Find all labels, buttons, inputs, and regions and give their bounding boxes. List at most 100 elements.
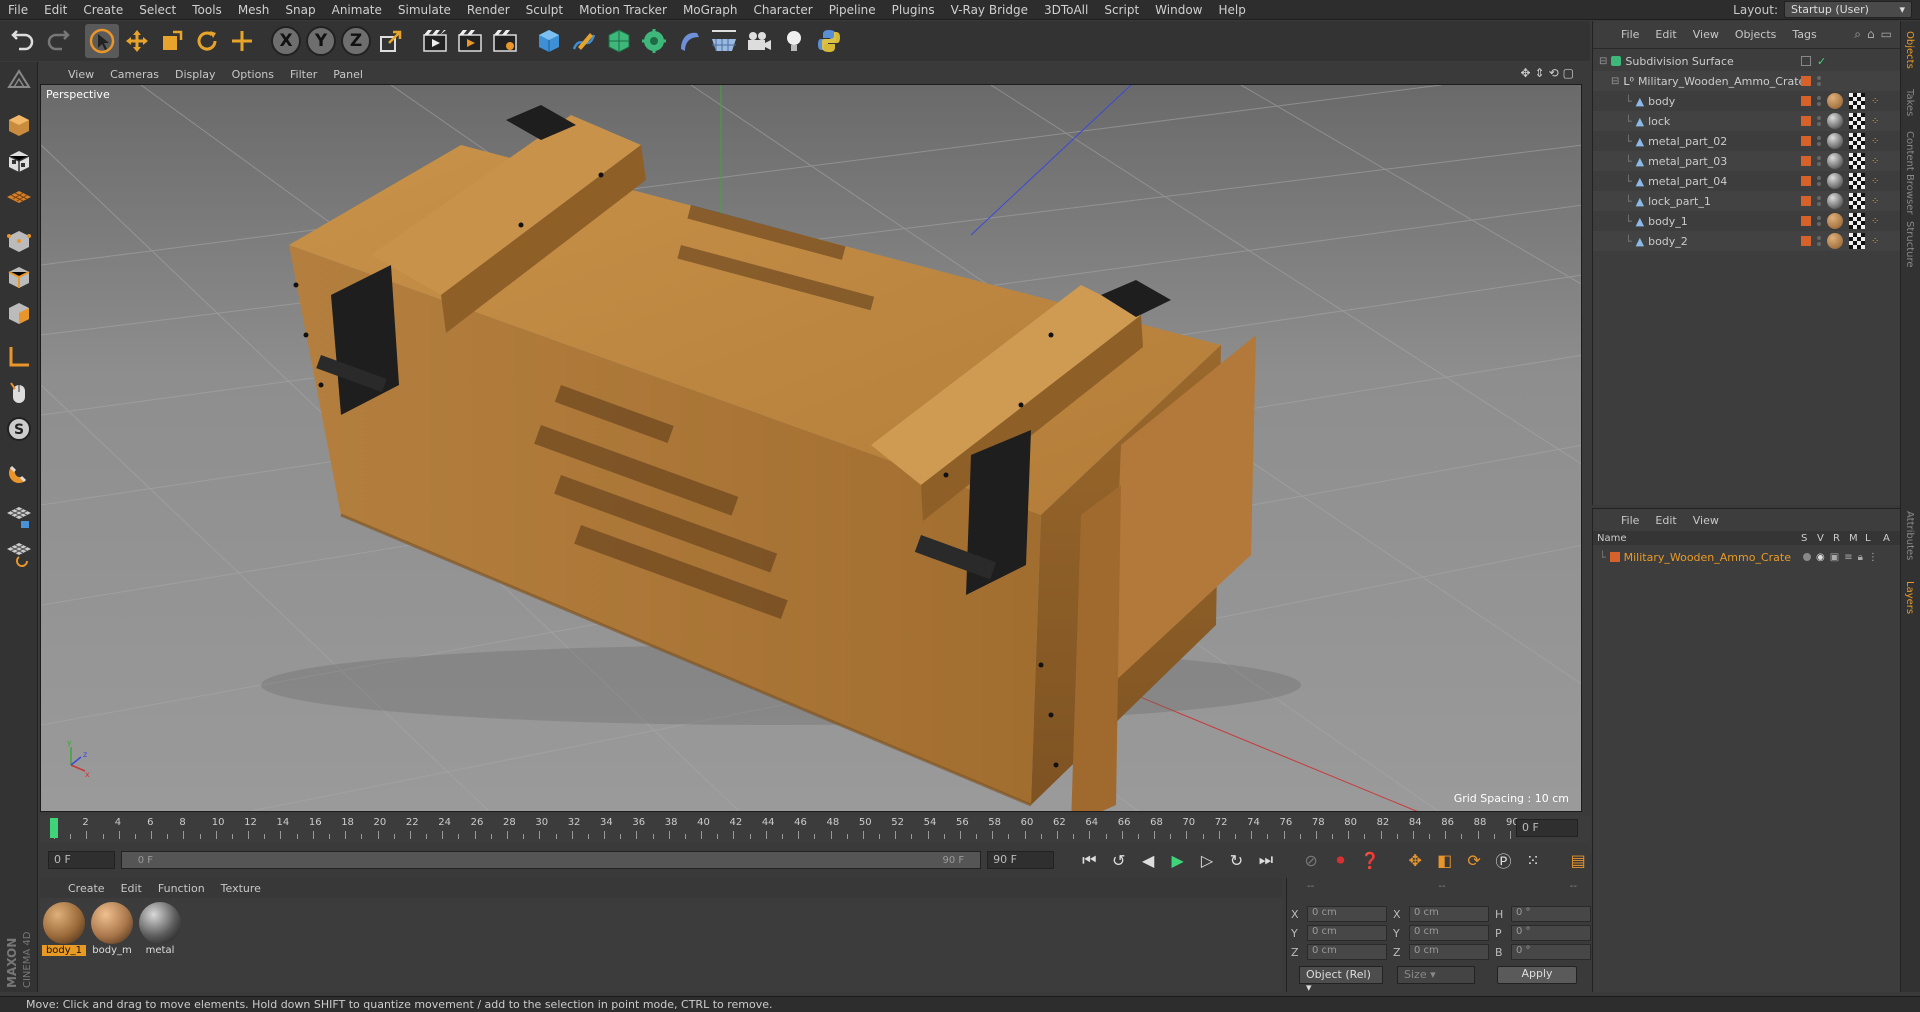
material-tag-icon[interactable] (1827, 93, 1843, 109)
tab-objects[interactable]: Objects (1904, 31, 1915, 69)
viewport-menu-options[interactable]: Options (224, 68, 282, 81)
material-tag-icon[interactable] (1827, 133, 1843, 149)
pan-view-icon[interactable]: ✥ (1520, 66, 1530, 80)
size-y-field[interactable]: 0 cm (1409, 925, 1489, 941)
previous-key-button[interactable]: ↺ (1107, 848, 1130, 872)
material-menu-create[interactable]: Create (60, 882, 113, 895)
phong-tag-icon[interactable]: ⁘ (1871, 156, 1879, 167)
record-keys-button[interactable]: ⊘ (1299, 848, 1322, 872)
uvw-tag-icon[interactable] (1849, 133, 1865, 149)
size-z-field[interactable]: 0 cm (1409, 944, 1489, 960)
render-toggle-icon[interactable]: ▣ (1830, 552, 1839, 563)
grid-lock-button[interactable] (2, 500, 36, 534)
visibility-dots[interactable] (1817, 76, 1821, 86)
material-tag-icon[interactable] (1827, 113, 1843, 129)
visibility-dots[interactable] (1817, 176, 1821, 186)
menu-sculpt[interactable]: Sculpt (518, 3, 571, 17)
layer-color-swatch[interactable] (1801, 196, 1811, 206)
size-x-field[interactable]: 0 cm (1409, 906, 1489, 922)
rotate-tool-button[interactable] (190, 24, 224, 58)
viewport-menu-view[interactable]: View (60, 68, 102, 81)
lm-menu-file[interactable]: File (1613, 514, 1647, 527)
viewport-menu-display[interactable]: Display (167, 68, 224, 81)
floor-button[interactable] (707, 24, 741, 58)
object-row[interactable]: └ ▲ body_1 ⁘ (1593, 211, 1901, 231)
key-rotation-button[interactable]: ⟳ (1462, 848, 1485, 872)
tweak-mode-button[interactable] (2, 376, 36, 410)
position-y-field[interactable]: 0 cm (1307, 925, 1387, 941)
layout-dropdown[interactable]: Startup (User) ▾ (1784, 1, 1912, 18)
coordinate-mode-dropdown[interactable]: Object (Rel) ▾ (1299, 966, 1383, 994)
y-axis-lock-button[interactable]: Y (304, 24, 338, 58)
menu-file[interactable]: File (0, 3, 36, 17)
maximize-view-icon[interactable]: ▢ (1563, 66, 1574, 80)
lm-menu-view[interactable]: View (1685, 514, 1727, 527)
undo-button[interactable] (6, 24, 40, 58)
phong-tag-icon[interactable]: ⁘ (1871, 236, 1879, 247)
zoom-view-icon[interactable]: ⇕ (1535, 66, 1545, 80)
collapse-icon[interactable]: ⊟ (1611, 76, 1619, 87)
material-tag-icon[interactable] (1827, 173, 1843, 189)
phong-tag-icon[interactable]: ⁘ (1871, 176, 1879, 187)
key-position-button[interactable]: ✥ (1403, 848, 1426, 872)
tab-content-browser[interactable]: Content Browser (1904, 131, 1915, 214)
material-tag-icon[interactable] (1827, 193, 1843, 209)
menu-window[interactable]: Window (1147, 3, 1210, 17)
material-tag-icon[interactable] (1827, 153, 1843, 169)
render-view-button[interactable] (418, 24, 452, 58)
play-button[interactable]: ▶ (1166, 848, 1189, 872)
om-menu-objects[interactable]: Objects (1727, 28, 1785, 41)
key-pla-button[interactable]: ⁙ (1521, 848, 1544, 872)
size-mode-dropdown[interactable]: Size ▾ (1397, 966, 1475, 984)
menu-simulate[interactable]: Simulate (390, 3, 459, 17)
material-swatch[interactable]: body_m (90, 902, 134, 956)
x-axis-lock-button[interactable]: X (269, 24, 303, 58)
select-tool-button[interactable] (85, 24, 119, 58)
visibility-dots[interactable] (1817, 196, 1821, 206)
object-row[interactable]: └ ▲ lock ⁘ (1593, 111, 1901, 131)
eye-icon[interactable]: ◉ (1816, 552, 1825, 563)
visibility-dots[interactable] (1817, 236, 1821, 246)
polygons-mode-button[interactable] (2, 296, 36, 330)
visibility-dots[interactable] (1817, 96, 1821, 106)
position-z-field[interactable]: 0 cm (1307, 944, 1387, 960)
menu-help[interactable]: Help (1210, 3, 1253, 17)
menu-vray-bridge[interactable]: V-Ray Bridge (943, 3, 1036, 17)
phong-tag-icon[interactable]: ⁘ (1871, 196, 1879, 207)
layer-color-swatch[interactable] (1801, 176, 1811, 186)
visibility-toggle[interactable] (1801, 56, 1811, 66)
menu-script[interactable]: Script (1096, 3, 1147, 17)
rotate-view-icon[interactable]: ⟲ (1549, 66, 1559, 80)
pen-spline-button[interactable] (567, 24, 601, 58)
material-tag-icon[interactable] (1827, 233, 1843, 249)
keyframe-selection-button[interactable]: ❓ (1358, 848, 1381, 872)
start-frame-field[interactable]: 0 F (48, 851, 115, 869)
lm-menu-edit[interactable]: Edit (1647, 514, 1684, 527)
lock-icon[interactable]: 🔒︎ (1858, 552, 1863, 563)
autokey-button[interactable]: ⏺ (1329, 848, 1352, 872)
rotation-p-field[interactable]: 0 ° (1511, 925, 1591, 941)
menu-select[interactable]: Select (131, 3, 184, 17)
viewport-menu-cameras[interactable]: Cameras (102, 68, 167, 81)
uvw-tag-icon[interactable] (1849, 233, 1865, 249)
tab-structure[interactable]: Structure (1904, 221, 1915, 268)
workplane-mode-button[interactable] (2, 180, 36, 214)
go-to-end-button[interactable]: ⏭ (1254, 848, 1277, 872)
cloner-button[interactable] (637, 24, 671, 58)
preview-range-slider[interactable]: 0 F 90 F (120, 851, 982, 869)
home-icon[interactable]: ⌂ (1867, 27, 1875, 42)
previous-frame-button[interactable]: ◀ (1136, 848, 1159, 872)
cube-primitive-button[interactable] (532, 24, 566, 58)
menu-render[interactable]: Render (459, 3, 518, 17)
menu-animate[interactable]: Animate (324, 3, 390, 17)
collapse-icon[interactable]: ⊟ (1599, 56, 1607, 67)
viewport-menu-panel[interactable]: Panel (325, 68, 371, 81)
visibility-dots[interactable] (1817, 116, 1821, 126)
subdivision-surface-button[interactable] (602, 24, 636, 58)
search-icon[interactable]: ⌕ (1854, 27, 1861, 42)
playhead[interactable] (50, 818, 58, 838)
object-row[interactable]: └ ▲ body ⁘ (1593, 91, 1901, 111)
om-menu-edit[interactable]: Edit (1647, 28, 1684, 41)
current-frame-display[interactable]: 0 F (1516, 819, 1578, 837)
make-editable-button[interactable] (2, 64, 36, 98)
